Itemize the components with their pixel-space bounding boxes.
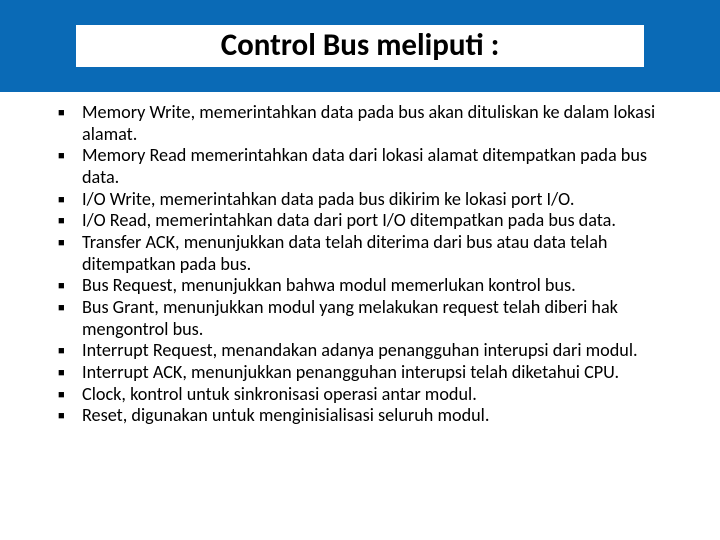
slide-body: Memory Write, memerintahkan data pada bu…	[0, 92, 720, 427]
list-item: Interrupt Request, menandakan adanya pen…	[58, 340, 682, 362]
list-item: Transfer ACK, menunjukkan data telah dit…	[58, 232, 682, 275]
list-item: Memory Read memerintahkan data dari loka…	[58, 145, 682, 188]
slide-title: Control Bus meliputi :	[76, 25, 644, 67]
list-item: I/O Write, memerintahkan data pada bus d…	[58, 189, 682, 211]
list-item: Memory Write, memerintahkan data pada bu…	[58, 102, 682, 145]
bullet-list: Memory Write, memerintahkan data pada bu…	[58, 102, 682, 427]
list-item: Bus Grant, menunjukkan modul yang melaku…	[58, 297, 682, 340]
list-item: Interrupt ACK, menunjukkan penangguhan i…	[58, 362, 682, 384]
list-item: Reset, digunakan untuk menginisialisasi …	[58, 405, 682, 427]
list-item: I/O Read, memerintahkan data dari port I…	[58, 210, 682, 232]
list-item: Bus Request, menunjukkan bahwa modul mem…	[58, 275, 682, 297]
slide-header: Control Bus meliputi :	[0, 0, 720, 92]
list-item: Clock, kontrol untuk sinkronisasi operas…	[58, 384, 682, 406]
